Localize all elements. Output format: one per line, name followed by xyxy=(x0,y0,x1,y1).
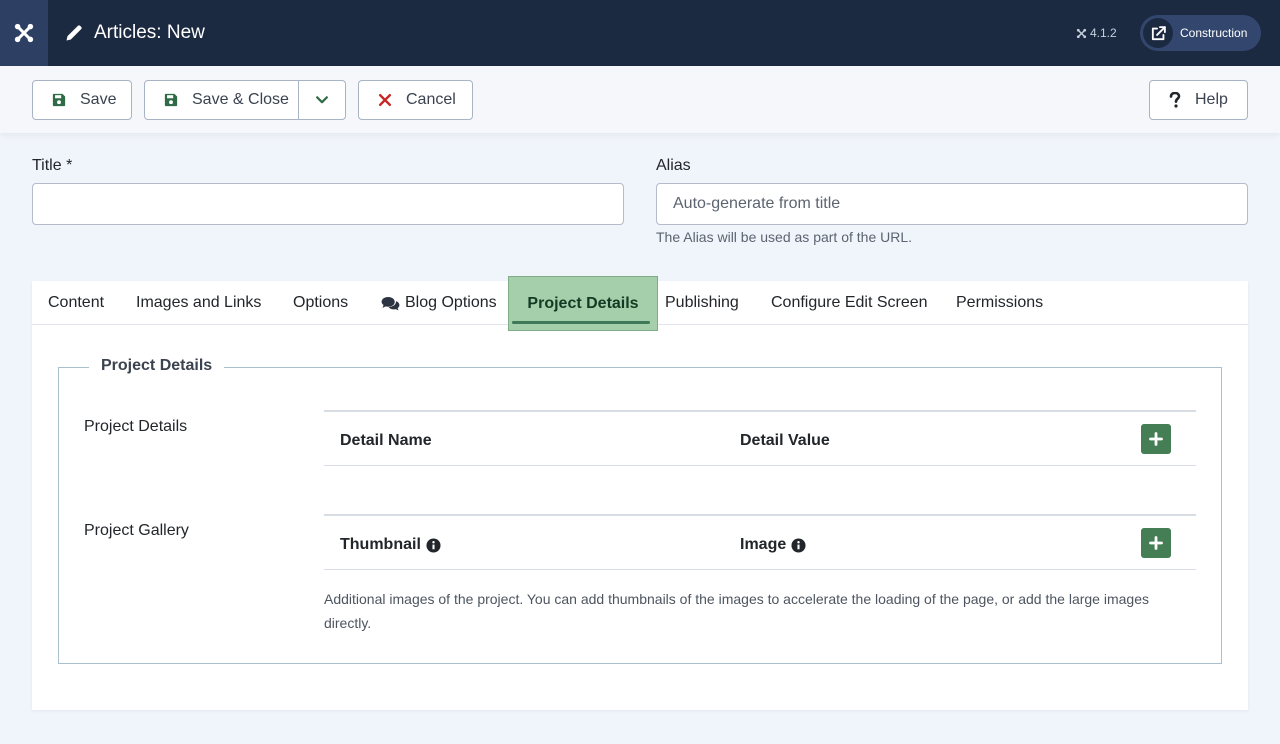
joomla-small-icon xyxy=(1076,28,1087,38)
project-gallery-label: Project Gallery xyxy=(84,522,189,539)
tab-content[interactable]: Content xyxy=(48,281,104,325)
help-label: Help xyxy=(1195,91,1228,108)
site-name: Construction xyxy=(1180,26,1248,40)
info-icon[interactable] xyxy=(791,537,806,553)
thumbnail-header: Thumbnail xyxy=(340,536,441,554)
image-header: Image xyxy=(740,536,806,554)
alias-hint: The Alias will be used as part of the UR… xyxy=(656,229,913,245)
tab-label: Configure Edit Screen xyxy=(771,294,928,311)
detail-name-header: Detail Name xyxy=(340,432,432,449)
tab-configure-edit-screen[interactable]: Configure Edit Screen xyxy=(771,281,928,325)
tab-options[interactable]: Options xyxy=(293,281,348,325)
tab-images-and-links[interactable]: Images and Links xyxy=(136,281,261,325)
page-title-area: Articles: New xyxy=(64,0,205,66)
toolbar: Save Save & Close Cancel Help xyxy=(0,66,1280,133)
project-details-fieldset: Project Details Project Details Detail N… xyxy=(58,357,1222,664)
info-icon[interactable] xyxy=(426,537,441,553)
add-detail-button[interactable] xyxy=(1141,424,1171,454)
view-site-button[interactable]: Construction xyxy=(1140,15,1261,51)
alias-label: Alias xyxy=(656,157,691,174)
joomla-logo-icon xyxy=(14,23,34,43)
help-button[interactable]: Help xyxy=(1149,80,1248,120)
save-button[interactable]: Save xyxy=(32,80,132,120)
plus-icon xyxy=(1149,432,1163,446)
save-close-button[interactable]: Save & Close xyxy=(144,80,299,120)
fieldset-legend: Project Details xyxy=(89,357,225,375)
version-text: 4.1.2 xyxy=(1090,26,1117,40)
close-icon xyxy=(378,93,392,107)
floppy-disk-icon xyxy=(52,93,66,107)
comments-icon xyxy=(381,296,400,310)
tab-project-details[interactable]: Project Details xyxy=(508,276,658,331)
alias-input[interactable] xyxy=(656,183,1248,225)
project-details-table: Detail Name Detail Value xyxy=(324,410,1196,466)
cancel-label: Cancel xyxy=(406,91,456,108)
save-close-label: Save & Close xyxy=(192,91,289,108)
page-title: Articles: New xyxy=(94,22,205,43)
tab-label: Permissions xyxy=(956,294,1044,311)
title-input[interactable] xyxy=(32,183,624,225)
joomla-logo[interactable] xyxy=(0,0,48,66)
tab-publishing[interactable]: Publishing xyxy=(665,281,739,325)
joomla-version: 4.1.2 xyxy=(1076,26,1117,40)
project-gallery-table: Thumbnail Image xyxy=(324,514,1196,570)
project-details-label: Project Details xyxy=(84,418,188,435)
tab-permissions[interactable]: Permissions xyxy=(956,281,1043,325)
tab-label: Options xyxy=(293,294,349,311)
admin-header: Articles: New 4.1.2 Construction xyxy=(0,0,1280,66)
add-gallery-image-button[interactable] xyxy=(1141,528,1171,558)
tab-label: Publishing xyxy=(665,294,739,311)
external-link-icon xyxy=(1143,18,1173,48)
article-edit-tabs: Content Images and Links Options Blog Op… xyxy=(32,276,1248,710)
chevron-down-icon xyxy=(316,96,328,104)
tab-blog-options[interactable]: Blog Options xyxy=(381,281,497,325)
pencil-icon xyxy=(66,25,82,41)
floppy-disk-icon xyxy=(164,93,178,107)
tab-label: Images and Links xyxy=(136,294,262,311)
tab-bar: Content Images and Links Options Blog Op… xyxy=(32,276,1248,331)
gallery-description: Additional images of the project. You ca… xyxy=(324,591,1149,631)
tab-label: Project Details xyxy=(527,294,639,312)
cancel-button[interactable]: Cancel xyxy=(358,80,473,120)
tab-label: Content xyxy=(48,294,105,311)
title-label: Title * xyxy=(32,157,73,174)
tab-label: Blog Options xyxy=(405,294,497,311)
save-options-dropdown-button[interactable] xyxy=(298,80,346,120)
plus-icon xyxy=(1149,536,1163,550)
detail-value-header: Detail Value xyxy=(740,432,830,449)
save-label: Save xyxy=(80,91,117,108)
active-tab-indicator xyxy=(512,321,650,324)
question-mark-icon xyxy=(1169,92,1181,108)
